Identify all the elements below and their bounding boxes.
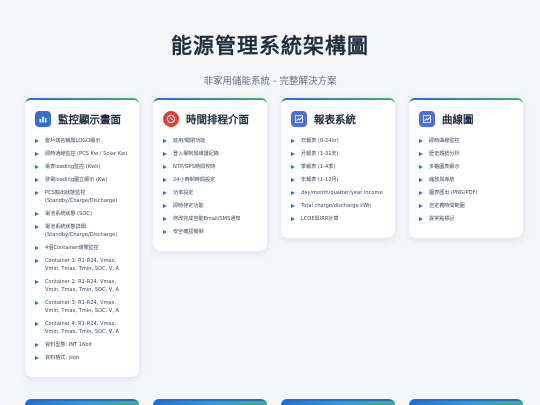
card-top-edge xyxy=(281,399,395,405)
list-item: 4個Container總覽監控 xyxy=(35,244,130,252)
list-item: 即時曲線監控 xyxy=(419,137,514,145)
list-item: 即時通線監控 (PCS Kw / Solar Kw) xyxy=(35,150,130,158)
card-title: 時間排程介面 xyxy=(186,113,249,126)
feature-list: 客戶端名稱與LOGO顯示 即時通線監控 (PCS Kw / Solar Kw) … xyxy=(35,137,130,362)
list-item: Container 1: R1-R24, Vmax, Vmin, Tmax, T… xyxy=(35,257,130,273)
list-item: 即時排定功能 xyxy=(163,202,258,210)
list-item: 多軸圖表顯示 xyxy=(419,163,514,171)
report-icon xyxy=(291,111,307,127)
next-row-card-tops xyxy=(25,399,523,405)
list-item: Container 2: R1-R24, Vmax, Vmin, Tmax, T… xyxy=(35,278,130,294)
card-header: 報表系統 xyxy=(291,111,386,127)
card-title: 曲線圖 xyxy=(442,113,474,126)
list-item: 登入權制與維護紀錄 xyxy=(163,150,258,158)
list-item: 發電loading圖立顯示 (Kw) xyxy=(35,176,130,184)
list-item: 電池系統狀態 (SOC) xyxy=(35,210,130,218)
list-item: 圖表匯出 (PNG/PDF) xyxy=(419,189,514,197)
card-top-edge xyxy=(25,399,139,405)
module-cards: 監控顯示畫面 客戶端名稱與LOGO顯示 即時通線監控 (PCS Kw / Sol… xyxy=(25,98,523,377)
list-item: Container 3: R1-R24, Vmax, Vmin, Tmax, T… xyxy=(35,299,130,315)
feature-list: 啟用/關閉功能 登入權制與維護紀錄 NTP/GPS時間校時 24小時制時間設定 … xyxy=(163,137,258,236)
card-curves: 曲線圖 即時曲線監控 歷史趨勢分析 多軸圖表顯示 縮放與導航 圖表匯出 (PNG… xyxy=(409,98,523,238)
card-header: 曲線圖 xyxy=(419,111,514,127)
list-item: 資料型態: INT 16bit xyxy=(35,341,130,349)
list-item: 電表loading監控 (Kwh) xyxy=(35,163,130,171)
list-item: 異常點標記 xyxy=(419,215,514,223)
list-item: 電池系統狀態詳細 (Standby/Charge/Discharge) xyxy=(35,223,130,239)
list-item: 日報表 (0-24hr) xyxy=(291,137,386,145)
list-item: 季報表 (1-4季) xyxy=(291,163,386,171)
list-item: 修改完成自動Email/SMS通知 xyxy=(163,215,258,223)
list-item: 安全確認機制 xyxy=(163,228,258,236)
card-header: 監控顯示畫面 xyxy=(35,111,130,127)
list-item: LCOE與IRR計算 xyxy=(291,215,386,223)
list-item: 客戶端名稱與LOGO顯示 xyxy=(35,137,130,145)
list-item: 自定義時間範圍 xyxy=(419,202,514,210)
card-top-edge xyxy=(409,399,523,405)
list-item: 功率設定 xyxy=(163,189,258,197)
feature-list: 即時曲線監控 歷史趨勢分析 多軸圖表顯示 縮放與導航 圖表匯出 (PNG/PDF… xyxy=(419,137,514,223)
list-item: 啟用/關閉功能 xyxy=(163,137,258,145)
card-reports: 報表系統 日報表 (0-24hr) 月報表 (1-31天) 季報表 (1-4季)… xyxy=(281,98,395,238)
list-item: 資料格式: json xyxy=(35,354,130,362)
card-top-edge xyxy=(153,399,267,405)
list-item: 月報表 (1-31天) xyxy=(291,150,386,158)
list-item: 24小時制時間設定 xyxy=(163,176,258,184)
card-schedule: 時間排程介面 啟用/關閉功能 登入權制與維護紀錄 NTP/GPS時間校時 24小… xyxy=(153,98,267,251)
card-title: 報表系統 xyxy=(314,113,356,126)
card-monitoring: 監控顯示畫面 客戶端名稱與LOGO顯示 即時通線監控 (PCS Kw / Sol… xyxy=(25,98,139,377)
list-item: 年報表 (1-12月) xyxy=(291,176,386,184)
list-item: Container 4: R1-R24, Vmax, Vmin, Tmax, T… xyxy=(35,320,130,336)
page-subtitle: 非家用儲能系統 - 完整解決方案 xyxy=(203,76,337,87)
list-item: PCS輸出狀態監控 (Standby/Charge/Discharge) xyxy=(35,189,130,205)
line-chart-icon xyxy=(419,111,435,127)
page-title: 能源管理系統架構圖 xyxy=(171,34,369,58)
feature-list: 日報表 (0-24hr) 月報表 (1-31天) 季報表 (1-4季) 年報表 … xyxy=(291,137,386,223)
list-item: 歷史趨勢分析 xyxy=(419,150,514,158)
page-header: 能源管理系統架構圖 非家用儲能系統 - 完整解決方案 xyxy=(0,0,540,87)
list-item: 縮放與導航 xyxy=(419,176,514,184)
list-item: NTP/GPS時間校時 xyxy=(163,163,258,171)
list-item: Total charge/discharge kWh xyxy=(291,202,386,210)
list-item: day/month/quarter/year income xyxy=(291,189,386,197)
card-header: 時間排程介面 xyxy=(163,111,258,127)
monitor-chart-icon xyxy=(35,111,51,127)
clock-icon xyxy=(163,111,179,127)
card-title: 監控顯示畫面 xyxy=(58,113,121,126)
